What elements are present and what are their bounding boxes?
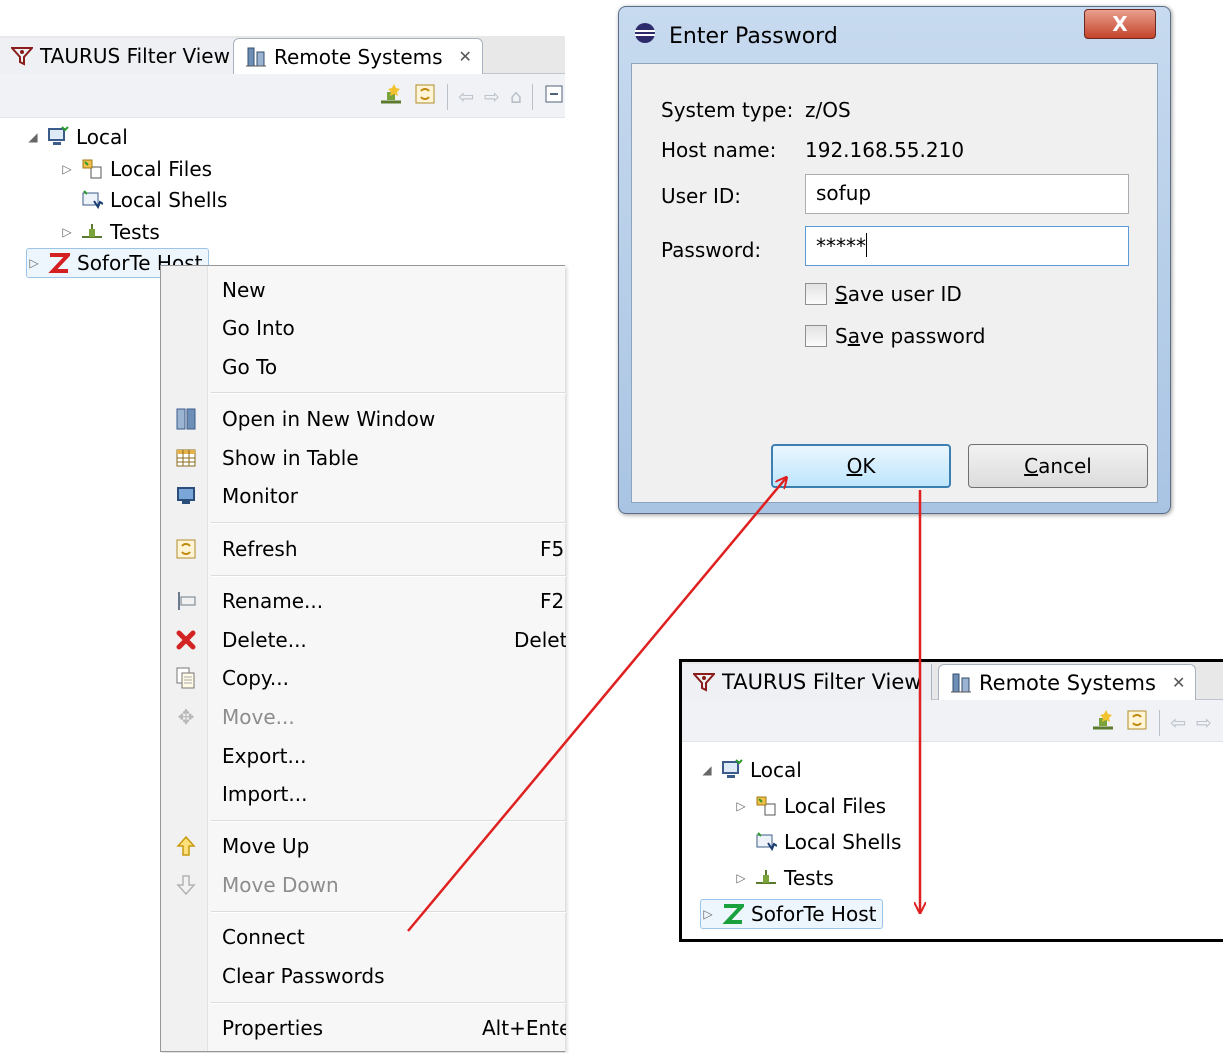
annotation-arrows [407,0,1223,932]
arrow-connect-to-ok [407,478,786,932]
